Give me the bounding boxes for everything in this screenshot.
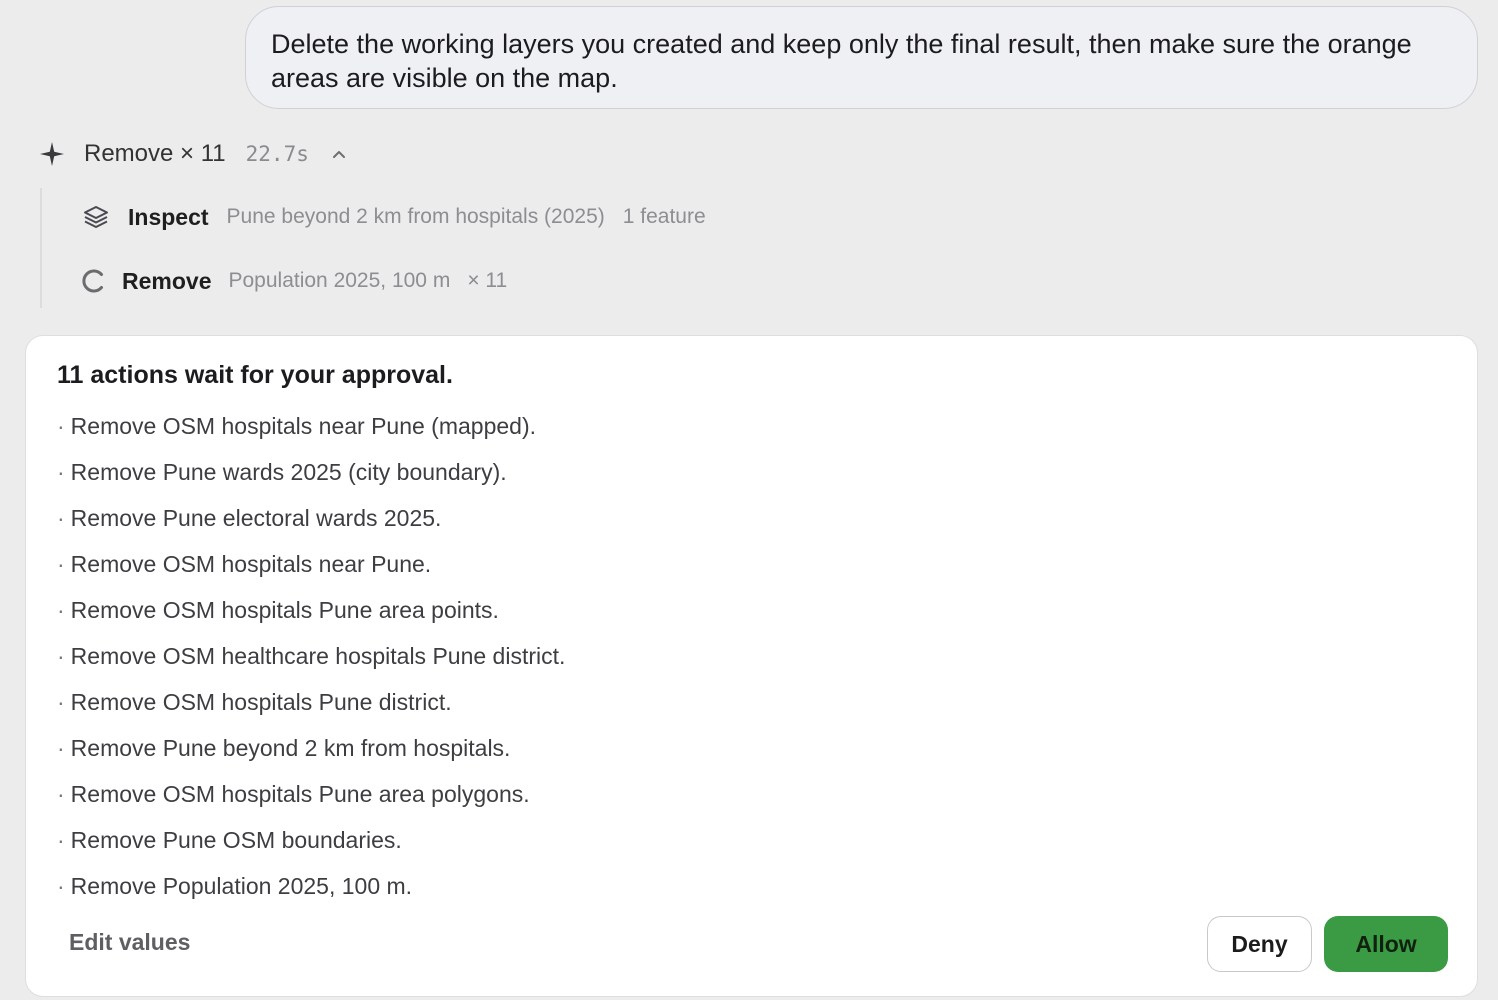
substep-inspect[interactable]: Inspect Pune beyond 2 km from hospitals …: [82, 200, 706, 234]
action-item: · Remove OSM healthcare hospitals Pune di…: [57, 643, 566, 669]
action-item-text: Remove OSM hospitals Pune area polygons.: [70, 781, 530, 807]
chevron-up-icon[interactable]: [331, 146, 347, 162]
spinner-icon: [82, 269, 103, 293]
approval-action-list: · Remove OSM hospitals near Pune (mapped)…: [57, 407, 565, 913]
step-duration: 22.7s: [245, 142, 309, 166]
substep-remove-extra: × 11: [467, 269, 508, 292]
action-item: · Remove Pune wards 2025 (city boundary).: [57, 459, 507, 485]
action-item-text: Remove Pune wards 2025 (city boundary).: [70, 459, 507, 485]
action-item: · Remove Pune OSM boundaries.: [57, 827, 402, 853]
sparkle-icon: [40, 142, 64, 166]
allow-button[interactable]: Allow: [1324, 916, 1448, 972]
action-item: · Remove OSM hospitals Pune area points.: [57, 597, 499, 623]
action-item: · Remove OSM hospitals Pune area polygons…: [57, 781, 530, 807]
action-item-text: Remove OSM hospitals near Pune.: [70, 551, 432, 577]
step-tree-line: [40, 188, 42, 308]
action-item: · Remove Pune beyond 2 km from hospitals.: [57, 735, 511, 761]
user-message-text: Delete the working layers you created an…: [271, 29, 1412, 93]
action-item-text: Remove Population 2025, 100 m.: [70, 873, 413, 899]
action-item: · Remove OSM hospitals near Pune (mapped)…: [57, 413, 537, 439]
action-item: · Remove OSM hospitals Pune district.: [57, 689, 452, 715]
substep-remove-label: Remove: [122, 267, 212, 294]
approval-title: 11 actions wait for your approval.: [57, 361, 453, 389]
approval-card: 11 actions wait for your approval. · Remo…: [25, 335, 1478, 997]
substep-remove-detail: Population 2025, 100 m: [228, 269, 451, 292]
layers-icon: [84, 206, 108, 228]
user-message-bubble: Delete the working layers you created an…: [245, 6, 1478, 109]
deny-button[interactable]: Deny: [1207, 916, 1312, 972]
step-title: Remove × 11: [84, 140, 226, 167]
action-item: · Remove Population 2025, 100 m.: [57, 873, 413, 899]
action-item-text: Remove Pune electoral wards 2025.: [70, 505, 442, 531]
substep-inspect-detail: Pune beyond 2 km from hospitals (2025): [226, 205, 605, 228]
substep-remove[interactable]: Remove Population 2025, 100 m × 11: [80, 264, 507, 298]
action-item-text: Remove OSM healthcare hospitals Pune dis…: [70, 643, 566, 669]
step-header[interactable]: Remove × 11 22.7s: [39, 137, 347, 171]
action-item: · Remove OSM hospitals near Pune.: [57, 551, 432, 577]
action-item: · Remove Pune electoral wards 2025.: [57, 505, 442, 531]
substep-inspect-extra: 1 feature: [622, 205, 706, 228]
action-item-text: Remove Pune beyond 2 km from hospitals.: [70, 735, 511, 761]
action-item-text: Remove OSM hospitals near Pune (mapped).: [70, 413, 537, 439]
action-item-text: Remove Pune OSM boundaries.: [70, 827, 402, 853]
action-item-text: Remove OSM hospitals Pune district.: [70, 689, 452, 715]
action-item-text: Remove OSM hospitals Pune area points.: [70, 597, 499, 623]
substep-inspect-label: Inspect: [128, 203, 209, 230]
edit-values-link[interactable]: Edit values: [69, 929, 190, 956]
